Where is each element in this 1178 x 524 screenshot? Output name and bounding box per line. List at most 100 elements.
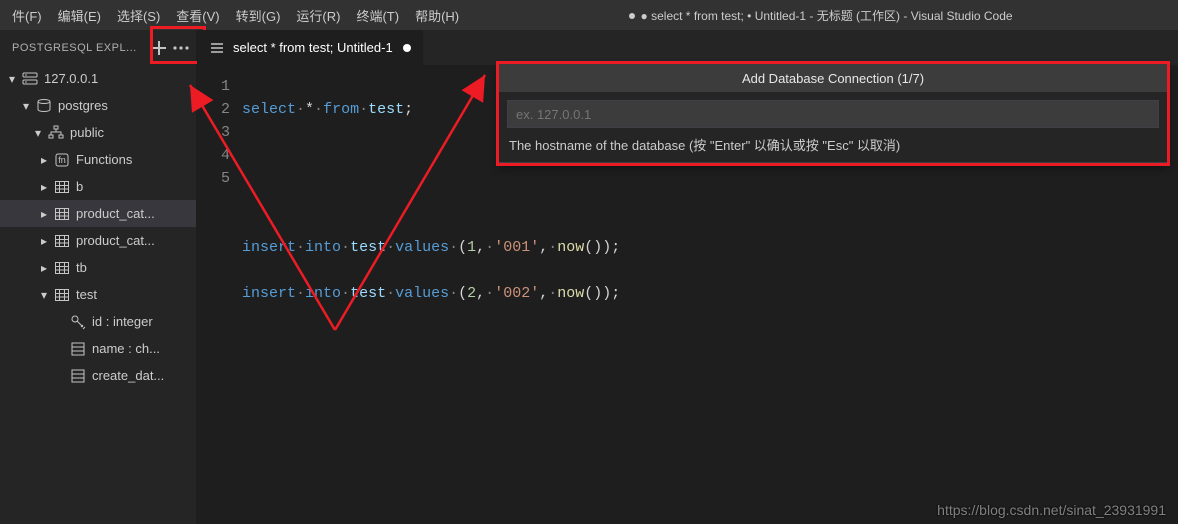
schema-icon	[46, 125, 66, 141]
plus-icon	[152, 41, 166, 55]
table-icon	[52, 206, 72, 222]
code-token: )	[602, 239, 611, 256]
code-token: values	[395, 285, 449, 302]
quickinput-hint: The hostname of the database (按 "Enter" …	[499, 132, 1167, 162]
table-icon	[52, 233, 72, 249]
tree-table-product-cat-2[interactable]: product_cat...	[0, 227, 196, 254]
menu-help[interactable]: 帮助(H)	[407, 0, 467, 30]
line-number: 5	[197, 167, 230, 190]
menu-run[interactable]: 运行(R)	[288, 0, 348, 30]
tree-column-id[interactable]: id : integer	[0, 308, 196, 335]
modified-dot-icon	[403, 44, 411, 52]
table-icon	[52, 287, 72, 303]
add-connection-button[interactable]	[148, 37, 170, 59]
code-token: now	[557, 285, 584, 302]
tree-schema[interactable]: public	[0, 119, 196, 146]
quickinput-modal: Add Database Connection (1/7) The hostna…	[498, 63, 1168, 163]
code-token: (	[458, 285, 467, 302]
sidebar-header: POSTGRESQL EXPL...	[0, 30, 196, 65]
chevron-right-icon	[36, 207, 52, 221]
code-token: ;	[611, 285, 620, 302]
tree-table-b[interactable]: b	[0, 173, 196, 200]
functions-icon: fn	[52, 152, 72, 168]
line-number: 3	[197, 121, 230, 144]
table-icon	[52, 260, 72, 276]
tree-label: public	[70, 125, 104, 140]
code-token: 1	[467, 239, 476, 256]
chevron-down-icon	[36, 288, 52, 302]
code-token: )	[602, 285, 611, 302]
line-number: 4	[197, 144, 230, 167]
column-icon	[68, 341, 88, 357]
sidebar-title: POSTGRESQL EXPL...	[12, 42, 148, 54]
chevron-right-icon	[36, 261, 52, 275]
tree-table-test[interactable]: test	[0, 281, 196, 308]
tree-column-create-date[interactable]: create_dat...	[0, 362, 196, 389]
code-token: now	[557, 239, 584, 256]
code-token: ,	[476, 285, 485, 302]
tree-database[interactable]: postgres	[0, 92, 196, 119]
sidebar: POSTGRESQL EXPL... 127.0.0.1 postgres	[0, 30, 197, 524]
tree-column-name[interactable]: name : ch...	[0, 335, 196, 362]
tab-title: select * from test; Untitled-1	[233, 40, 393, 55]
code-token: test	[368, 101, 404, 118]
tree-server[interactable]: 127.0.0.1	[0, 65, 196, 92]
menu-terminal[interactable]: 终端(T)	[348, 0, 407, 30]
tab-sql-file[interactable]: select * from test; Untitled-1	[197, 30, 424, 65]
tree-label: tb	[76, 260, 87, 275]
code-token: 2	[467, 285, 476, 302]
tree-label: b	[76, 179, 83, 194]
code-token: (	[584, 285, 593, 302]
line-number: 2	[197, 98, 230, 121]
menu-edit[interactable]: 编辑(E)	[50, 0, 109, 30]
tree-functions[interactable]: fn Functions	[0, 146, 196, 173]
tree-label: product_cat...	[76, 233, 155, 248]
key-icon	[68, 314, 88, 330]
tree-label: postgres	[58, 98, 108, 113]
code-token: insert	[242, 285, 296, 302]
window-title: ● select * from test; • Untitled-1 - 无标题…	[467, 7, 1174, 24]
code-token: values	[395, 239, 449, 256]
chevron-down-icon	[4, 72, 20, 86]
code-token: into	[305, 285, 341, 302]
code-token: *	[305, 101, 314, 118]
database-host-input[interactable]	[507, 100, 1159, 128]
quickinput-title: Add Database Connection (1/7)	[499, 64, 1167, 92]
menu-file[interactable]: 件(F)	[4, 0, 50, 30]
chevron-right-icon	[36, 234, 52, 248]
code-token: test	[350, 285, 386, 302]
code-token: insert	[242, 239, 296, 256]
chevron-down-icon	[30, 126, 46, 140]
more-actions-button[interactable]	[170, 37, 192, 59]
ellipsis-icon	[173, 46, 189, 50]
menu-goto[interactable]: 转到(G)	[228, 0, 289, 30]
modified-indicator-icon	[629, 13, 635, 19]
line-number-gutter: 1 2 3 4 5	[197, 65, 242, 524]
menu-view[interactable]: 查看(V)	[168, 0, 227, 30]
window-title-text: ● select * from test; • Untitled-1 - 无标题…	[641, 9, 1013, 23]
column-icon	[68, 368, 88, 384]
menu-bar: 件(F) 编辑(E) 选择(S) 查看(V) 转到(G) 运行(R) 终端(T)…	[0, 0, 1178, 30]
watermark-text: https://blog.csdn.net/sinat_23931991	[937, 502, 1166, 518]
tab-bar: select * from test; Untitled-1	[197, 30, 1178, 65]
code-token: select	[242, 101, 296, 118]
chevron-down-icon	[18, 99, 34, 113]
tree-label: name : ch...	[92, 341, 160, 356]
code-token: (	[458, 239, 467, 256]
menu-select[interactable]: 选择(S)	[109, 0, 168, 30]
line-number: 1	[197, 75, 230, 98]
tree-label: Functions	[76, 152, 132, 167]
code-token: (	[584, 239, 593, 256]
code-token: into	[305, 239, 341, 256]
tree-label: id : integer	[92, 314, 153, 329]
table-icon	[52, 179, 72, 195]
server-icon	[20, 71, 40, 87]
code-token: test	[350, 239, 386, 256]
code-token: )	[593, 239, 602, 256]
code-token: )	[593, 285, 602, 302]
svg-text:fn: fn	[58, 155, 66, 165]
tree-label: create_dat...	[92, 368, 164, 383]
code-token: ,	[539, 239, 548, 256]
tree-table-tb[interactable]: tb	[0, 254, 196, 281]
tree-table-product-cat-1[interactable]: product_cat...	[0, 200, 196, 227]
